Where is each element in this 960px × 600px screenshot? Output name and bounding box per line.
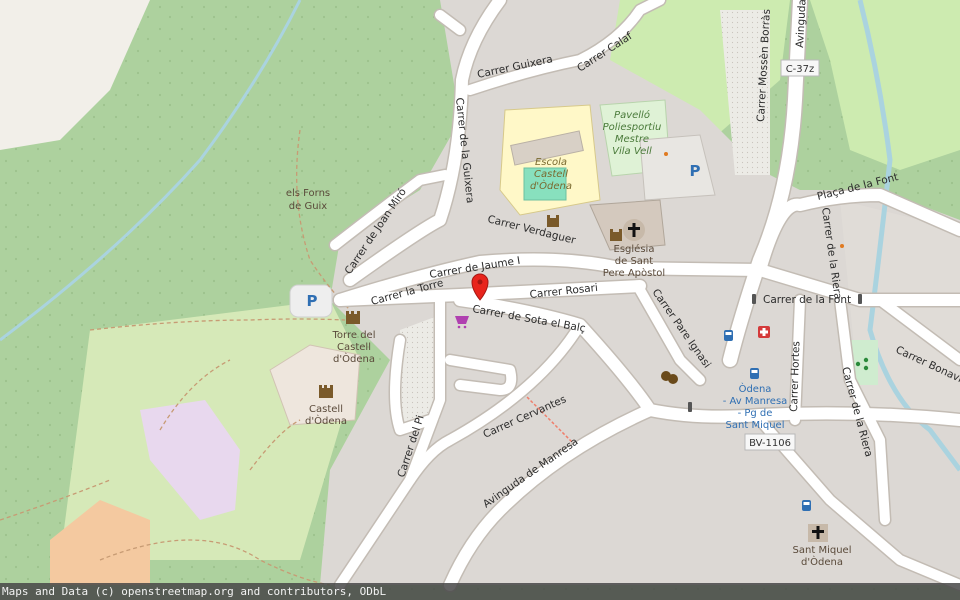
street-label: Avinguda	[794, 0, 809, 48]
sports-hall-label: Vila Vell	[612, 146, 652, 157]
castle-label: Castell	[309, 404, 343, 415]
church-icon[interactable]	[623, 219, 645, 241]
school-label: Escola	[535, 157, 567, 168]
sports-hall-label: Mestre	[615, 134, 649, 145]
castle-icon[interactable]	[319, 385, 333, 398]
bus-stop-label: Sant Miquel	[726, 420, 785, 431]
poi-dot	[840, 244, 844, 248]
chapel-label: Sant Miquel	[793, 545, 852, 556]
tower-label: Castell	[337, 342, 371, 353]
school-label: d'Òdena	[530, 179, 572, 192]
place-label: de Guix	[289, 201, 328, 212]
sports-hall-label: Poliesportiu	[603, 122, 662, 133]
road-shield-bv1106: BV-1106	[744, 433, 796, 451]
chapel-label: d'Òdena	[801, 555, 843, 568]
church-icon[interactable]	[808, 524, 828, 542]
bus-stop-label: - Av Manresa	[723, 396, 788, 407]
tower-label: d'Òdena	[333, 352, 375, 365]
bus-stop-label: - Pg de	[738, 408, 773, 419]
bus-stop-label: Òdena	[739, 382, 772, 395]
parking-icon[interactable]: P	[690, 162, 701, 180]
road-ref-bv1106: BV-1106	[749, 438, 791, 449]
place-label: els Forns	[286, 188, 330, 199]
bus-stop-icon[interactable]	[802, 500, 811, 511]
church-label: Pere Apòstol	[603, 267, 665, 279]
sports-hall-label: Pavelló	[614, 109, 650, 121]
street-label: Carrer Hortes	[788, 341, 802, 412]
school-label: Castell	[534, 169, 568, 180]
castle-label: d'Òdena	[305, 414, 347, 427]
road-ref-c37z: C-37z	[786, 64, 815, 75]
map-attribution[interactable]: Maps and Data (c) openstreetmap.org and …	[0, 583, 960, 600]
castle-icon[interactable]	[346, 311, 360, 324]
tower-label: Torre del	[332, 330, 376, 341]
church-label: de Sant	[615, 256, 653, 267]
pharmacy-icon[interactable]	[758, 326, 770, 338]
poi-dot	[664, 152, 668, 156]
bus-stop-icon[interactable]	[750, 368, 759, 379]
church-label: Església	[614, 243, 655, 255]
bus-stop-icon[interactable]	[724, 330, 733, 341]
map-canvas[interactable]: C-37z BV-1106 Carrer Guixera Carrer Cala…	[0, 0, 960, 600]
map-view[interactable]: C-37z BV-1106 Carrer Guixera Carrer Cala…	[0, 0, 960, 600]
parking-icon[interactable]: P	[307, 292, 318, 310]
road-shield-c37z: C-37z	[780, 59, 820, 77]
